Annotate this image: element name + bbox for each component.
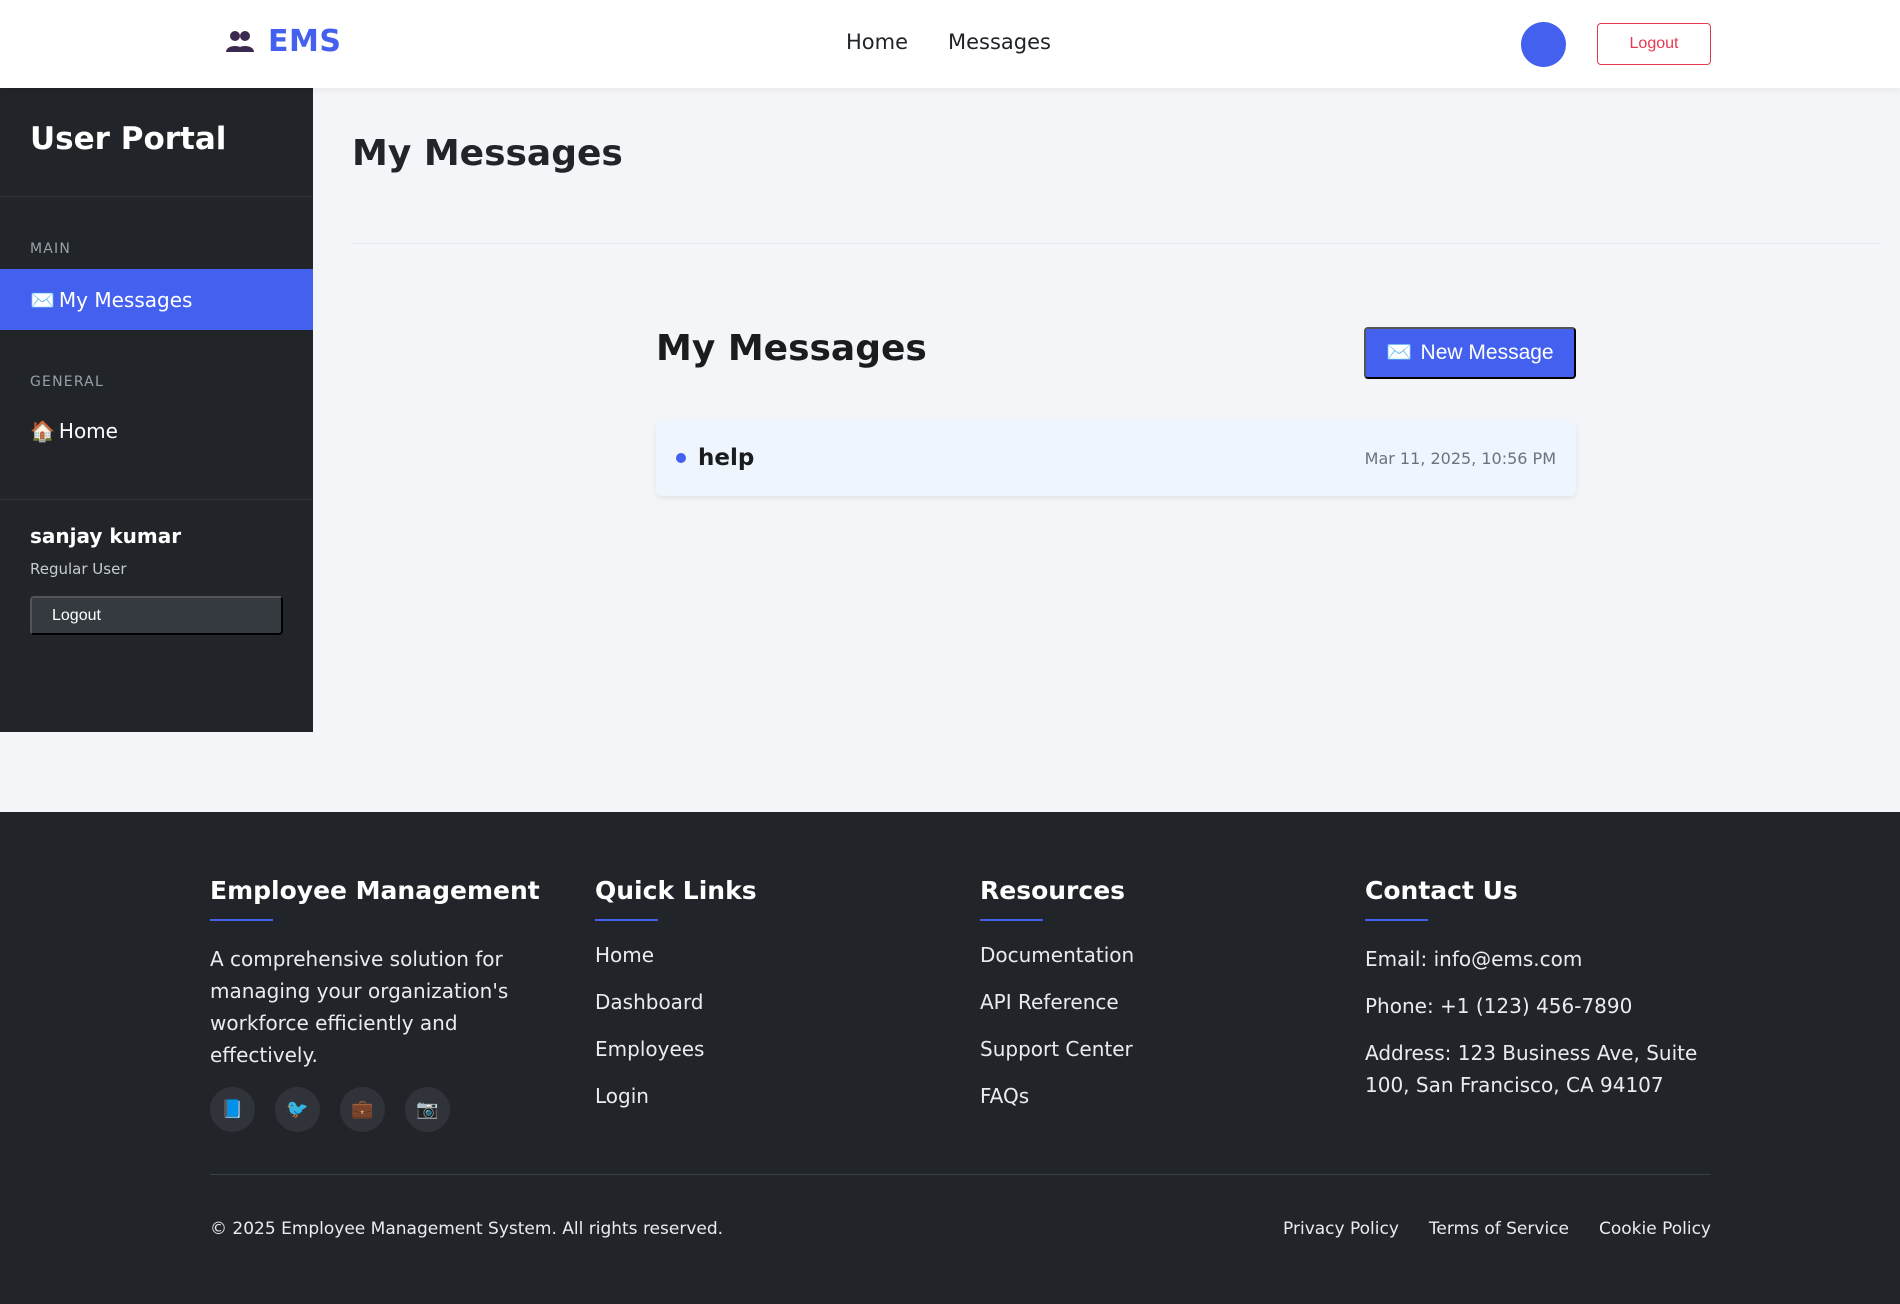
footer-resources: Resources Documentation API Reference Su… <box>980 876 1134 1131</box>
sidebar-logout-button[interactable]: Logout <box>30 596 283 635</box>
footer: Employee Management A comprehensive solu… <box>0 812 1900 1304</box>
brand-name: EMS <box>268 24 342 59</box>
footer-description: A comprehensive solution for managing yo… <box>210 947 509 1067</box>
footer-link-support-center[interactable]: Support Center <box>980 1037 1134 1084</box>
new-message-label: New Message <box>1420 341 1554 364</box>
sidebar-section-general: GENERAL <box>30 374 104 390</box>
footer-contact-title: Contact Us <box>1365 876 1518 905</box>
footer-link-faqs[interactable]: FAQs <box>980 1084 1134 1131</box>
footer-underline <box>980 919 1043 921</box>
message-date: Mar 11, 2025, 10:56 PM <box>1364 448 1556 468</box>
terms-of-service-link[interactable]: Terms of Service <box>1429 1219 1569 1239</box>
user-name: sanjay kumar <box>30 524 182 548</box>
logout-button[interactable]: Logout <box>1597 23 1711 65</box>
contact-email: Email: info@ems.com <box>1365 947 1583 971</box>
house-icon: 🏠 <box>30 418 55 443</box>
footer-contact: Contact Us Email: info@ems.com Phone: +1… <box>1365 876 1705 1116</box>
messages-heading: My Messages <box>656 328 927 369</box>
sidebar-item-label: My Messages <box>58 287 193 312</box>
footer-underline <box>1365 919 1428 921</box>
user-role: Regular User <box>30 560 127 578</box>
copyright: © 2025 Employee Management System. All r… <box>210 1219 724 1239</box>
twitter-icon[interactable]: 🐦 <box>275 1087 320 1132</box>
sidebar-item-my-messages[interactable]: ✉️ My Messages <box>0 269 313 330</box>
cookie-policy-link[interactable]: Cookie Policy <box>1599 1219 1711 1239</box>
footer-link-home[interactable]: Home <box>595 943 757 990</box>
nav-link-home[interactable]: Home <box>846 30 908 54</box>
top-nav-links: Home Messages <box>846 30 1051 54</box>
footer-quick-links: Quick Links Home Dashboard Employees Log… <box>595 876 757 1131</box>
nav-link-messages[interactable]: Messages <box>948 30 1051 54</box>
brand-logo[interactable]: EMS <box>224 24 341 59</box>
sidebar-title: User Portal <box>0 88 313 197</box>
footer-link-api-reference[interactable]: API Reference <box>980 990 1134 1037</box>
footer-resources-title: Resources <box>980 876 1126 905</box>
top-navbar: EMS Home Messages Logout <box>0 0 1900 88</box>
privacy-policy-link[interactable]: Privacy Policy <box>1283 1219 1399 1239</box>
footer-link-login[interactable]: Login <box>595 1084 757 1131</box>
footer-legal-links: Privacy Policy Terms of Service Cookie P… <box>1283 1219 1711 1239</box>
message-subject: help <box>698 445 755 471</box>
new-message-button[interactable]: ✉️ New Message <box>1364 327 1576 379</box>
sidebar: User Portal MAIN ✉️ My Messages GENERAL … <box>0 88 313 732</box>
sidebar-user-panel: sanjay kumar Regular User Logout <box>0 499 313 635</box>
linkedin-icon[interactable]: 💼 <box>340 1087 385 1132</box>
footer-divider <box>210 1174 1711 1175</box>
users-icon <box>226 30 254 52</box>
footer-about: Employee Management A comprehensive solu… <box>210 876 540 1132</box>
page-title: My Messages <box>352 133 623 174</box>
facebook-icon[interactable]: 📘 <box>210 1087 255 1132</box>
contact-phone: Phone: +1 (123) 456-7890 <box>1365 994 1633 1018</box>
sidebar-item-home[interactable]: 🏠 Home <box>0 400 313 461</box>
user-avatar[interactable] <box>1521 22 1566 67</box>
unread-dot-icon <box>676 453 686 463</box>
envelope-icon: ✉️ <box>1386 341 1413 364</box>
footer-link-employees[interactable]: Employees <box>595 1037 757 1084</box>
footer-underline <box>595 919 658 921</box>
message-list-item[interactable]: help Mar 11, 2025, 10:56 PM <box>656 420 1576 496</box>
divider <box>352 243 1880 244</box>
sidebar-item-label: Home <box>58 418 118 443</box>
footer-underline <box>210 919 273 921</box>
social-links: 📘 🐦 💼 📷 <box>210 1087 540 1132</box>
sidebar-section-main: MAIN <box>30 241 72 257</box>
contact-address: Address: 123 Business Ave, Suite 100, Sa… <box>1365 1041 1698 1097</box>
envelope-icon: ✉️ <box>30 287 55 312</box>
footer-about-title: Employee Management <box>210 876 540 905</box>
instagram-icon[interactable]: 📷 <box>405 1087 450 1132</box>
footer-link-documentation[interactable]: Documentation <box>980 943 1134 990</box>
footer-quick-links-title: Quick Links <box>595 876 757 905</box>
footer-link-dashboard[interactable]: Dashboard <box>595 990 757 1037</box>
